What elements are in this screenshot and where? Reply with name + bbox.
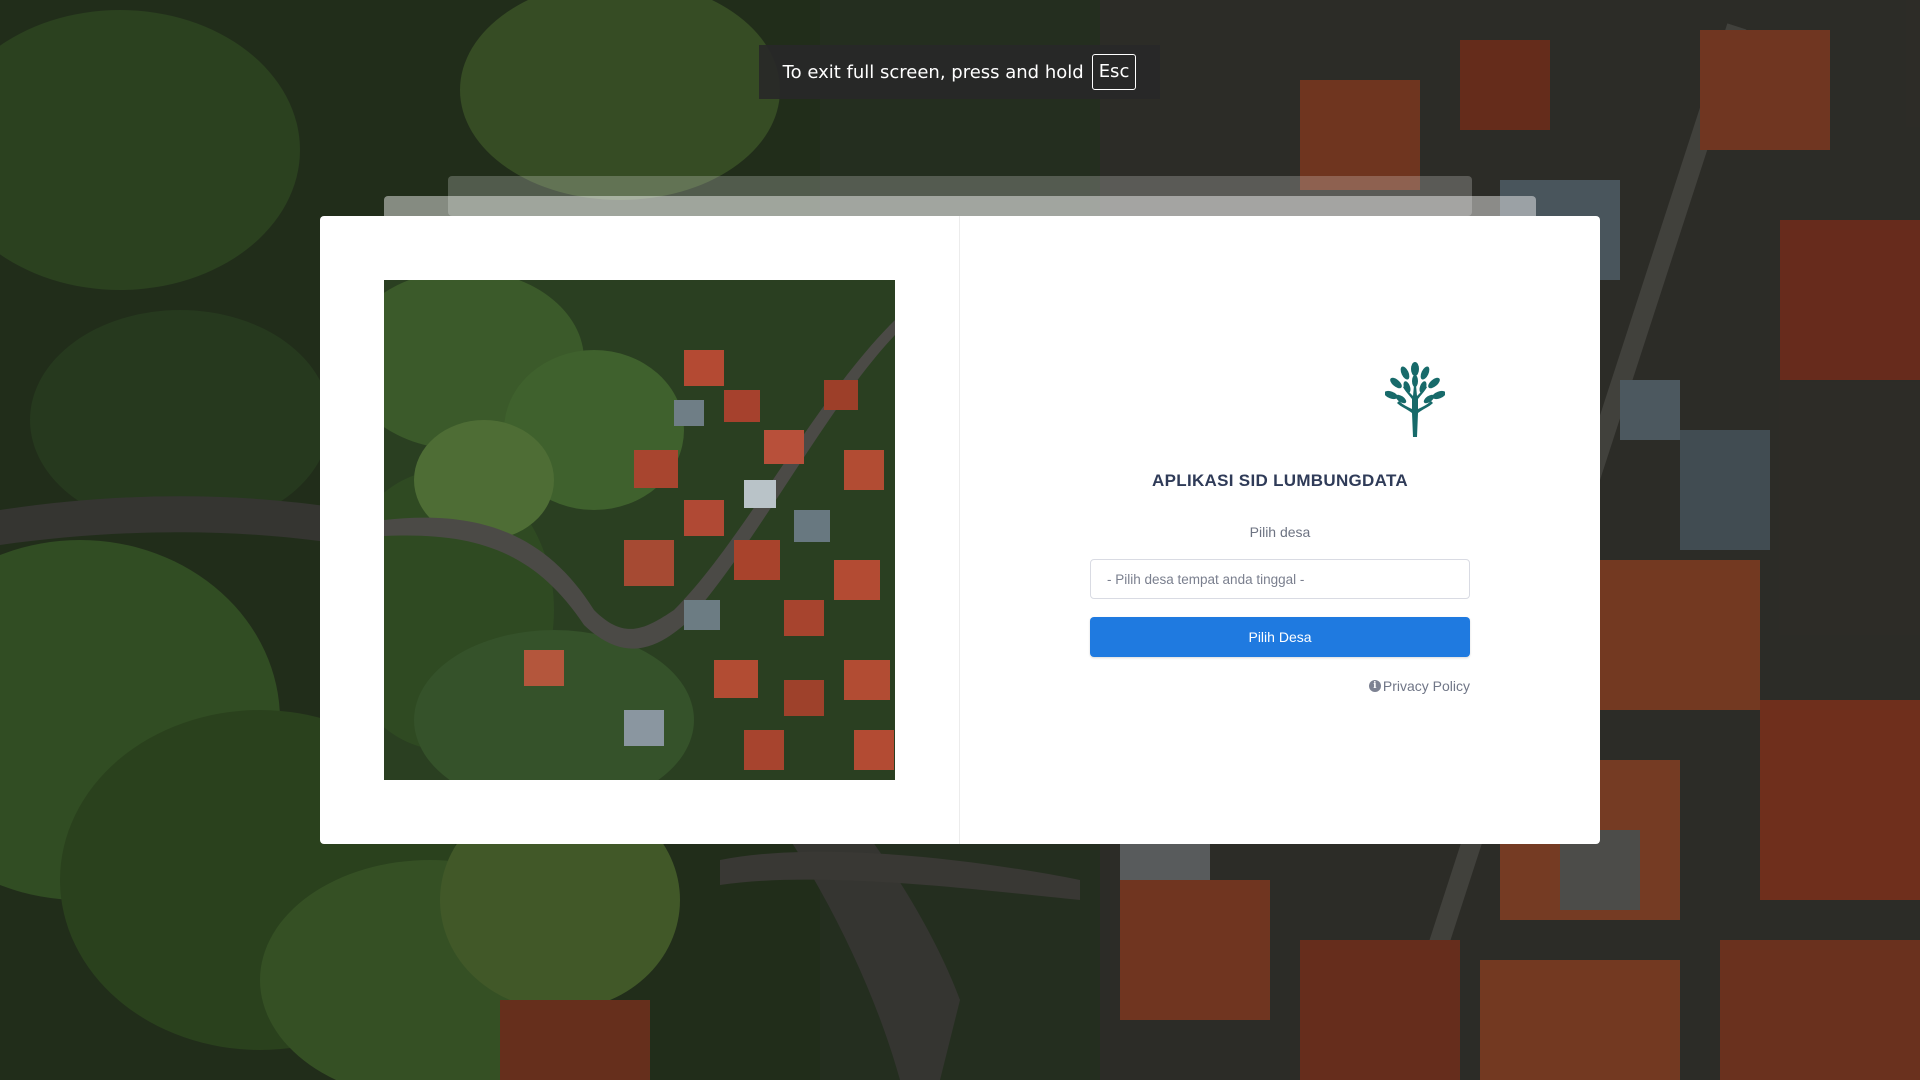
choose-village-button[interactable]: Pilih Desa	[1090, 617, 1470, 657]
village-select[interactable]: - Pilih desa tempat anda tinggal -	[1090, 559, 1470, 599]
card-form-panel: APLIKASI SID LUMBUNGDATA Pilih desa - Pi…	[960, 216, 1600, 844]
tree-icon	[1385, 362, 1445, 437]
app-title: APLIKASI SID LUMBUNGDATA	[1152, 471, 1408, 490]
fullscreen-notice-text: To exit full screen, press and hold	[782, 61, 1084, 83]
privacy-policy-link[interactable]: i Privacy Policy	[1368, 678, 1470, 694]
esc-key-badge: Esc	[1091, 54, 1137, 90]
info-icon: i	[1368, 680, 1381, 692]
village-select-label: Pilih desa	[1249, 524, 1311, 540]
fullscreen-exit-notice: To exit full screen, press and hold Esc	[759, 45, 1160, 99]
village-aerial-image	[384, 280, 895, 780]
privacy-policy-label: Privacy Policy	[1382, 678, 1470, 694]
login-card: APLIKASI SID LUMBUNGDATA Pilih desa - Pi…	[320, 216, 1600, 844]
village-select-placeholder: - Pilih desa tempat anda tinggal -	[1107, 571, 1305, 587]
card-image-panel	[320, 216, 960, 844]
